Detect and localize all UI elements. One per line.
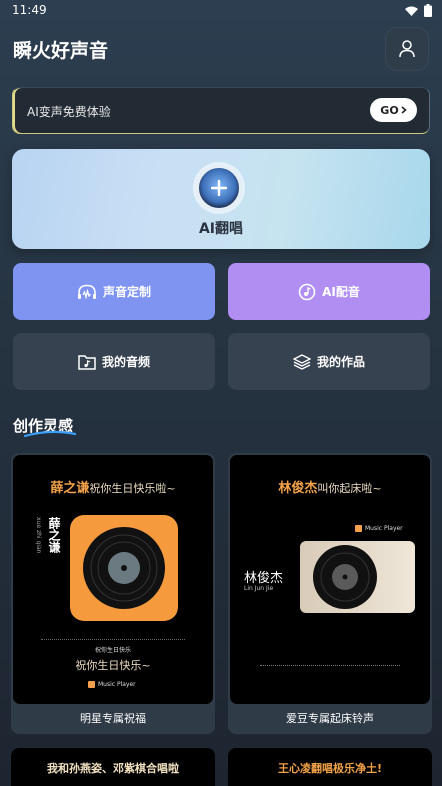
side-name: 林俊杰 [244, 571, 284, 586]
album-art [300, 541, 415, 613]
headline-rest: 祝你生日快乐啦~ [89, 482, 176, 495]
progress-dots [41, 639, 185, 640]
inspiration-card-duet[interactable]: 我和孙燕姿、邓紫棋合唱啦 [11, 748, 215, 786]
voice-custom-label: 声音定制 [102, 285, 151, 299]
music-player-brand: Music Player [98, 681, 136, 688]
inspiration-thumbnail: 薛之谦祝你生日快乐啦~ 薛之谦 xue zhi qian 祝你生日快乐 祝你生日… [13, 455, 213, 704]
go-button[interactable]: GO [370, 98, 417, 122]
go-label: GO [380, 103, 399, 117]
my-audio-button[interactable]: 我的音频 [13, 333, 215, 390]
app-title: 瞬火好声音 [13, 40, 109, 62]
vertical-name: 薛之谦 [47, 517, 61, 553]
voice-custom-button[interactable]: 声音定制 [13, 263, 215, 320]
inspiration-thumbnail: 林俊杰叫你起床啦~ Music Player 林俊杰 Lin Jun Jie [230, 455, 430, 704]
music-player-logo-icon [355, 525, 362, 532]
my-works-button[interactable]: 我的作品 [228, 333, 430, 390]
layers-icon [292, 353, 311, 370]
headline-name: 薛之谦 [50, 481, 90, 496]
voice-change-promo-banner[interactable]: AI变声免费体验 GO [12, 87, 430, 134]
thumbnail-bottom-line: 祝你生日快乐~ [75, 659, 151, 672]
inspiration-caption: 明星专属祝福 [80, 712, 146, 725]
wifi-icon [405, 6, 418, 16]
peek-text: 王心凌翻唱极乐净土! [277, 762, 383, 775]
music-player-logo-icon [88, 681, 95, 688]
section-title-underline [24, 430, 76, 438]
ai-cover-label: AI翻唱 [198, 221, 244, 237]
side-pinyin: Lin Jun Jie [244, 585, 274, 592]
headphones-wave-icon [77, 284, 96, 299]
headline-name: 林俊杰 [278, 481, 318, 496]
vertical-pinyin: xue zhi qian [35, 517, 42, 554]
promo-text: AI变声免费体验 [27, 105, 111, 119]
status-bar: 11:49 [0, 0, 442, 22]
ai-cover-card[interactable]: AI翻唱 [12, 149, 430, 249]
vinyl-record-icon [83, 527, 165, 609]
headline-rest: 叫你起床啦~ [317, 482, 382, 495]
user-icon [399, 40, 415, 58]
album-art [70, 515, 178, 621]
my-audio-label: 我的音频 [101, 355, 150, 369]
waveform [260, 665, 400, 666]
music-player-logo: Music Player [88, 681, 136, 688]
thumbnail-sub-line: 祝你生日快乐 [94, 647, 131, 654]
thumbnail-headline: 林俊杰叫你起床啦~ [230, 477, 430, 496]
status-time: 11:49 [12, 3, 47, 17]
ai-cover-plus-button[interactable] [196, 165, 242, 211]
music-folder-icon [78, 354, 96, 370]
inspiration-card-star-blessing[interactable]: 薛之谦祝你生日快乐啦~ 薛之谦 xue zhi qian 祝你生日快乐 祝你生日… [11, 453, 215, 734]
inspiration-caption: 爱豆专属起床铃声 [286, 712, 374, 725]
plus-icon [211, 180, 227, 196]
ai-dub-button[interactable]: AI配音 [228, 263, 430, 320]
my-works-label: 我的作品 [316, 355, 365, 369]
disc-note-icon [298, 283, 316, 300]
ai-dub-label: AI配音 [322, 285, 360, 299]
music-player-brand: Music Player [365, 525, 403, 532]
inspiration-card-cover-song[interactable]: 王心凌翻唱极乐净土! [228, 748, 432, 786]
chevron-right-icon [401, 106, 407, 114]
peek-text: 我和孙燕姿、邓紫棋合唱啦 [47, 762, 179, 775]
battery-icon [424, 4, 432, 17]
thumbnail-headline: 薛之谦祝你生日快乐啦~ [13, 477, 213, 496]
profile-button[interactable] [385, 27, 429, 71]
music-player-logo: Music Player [355, 525, 403, 532]
status-icons [405, 4, 432, 17]
vinyl-record-icon [313, 545, 377, 609]
inspiration-card-idol-alarm[interactable]: 林俊杰叫你起床啦~ Music Player 林俊杰 Lin Jun Jie 爱… [228, 453, 432, 734]
